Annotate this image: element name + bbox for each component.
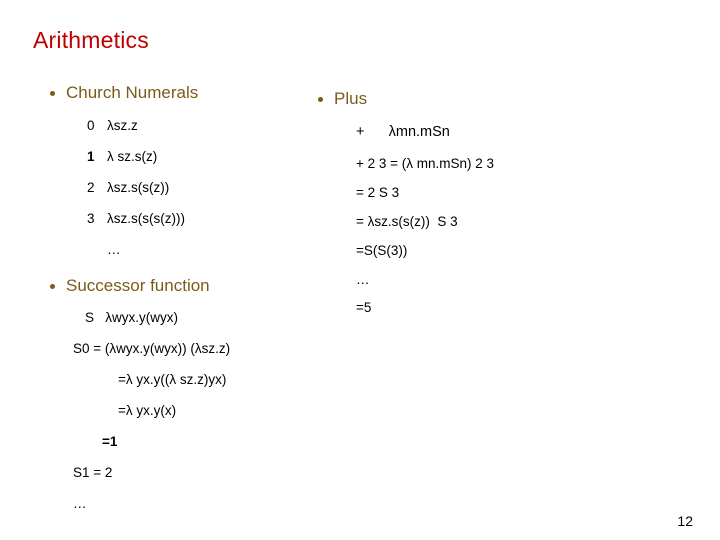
- slide-canvas: Arithmetics Church Numerals 0 λsz.z 1 λ sz…: [0, 0, 720, 540]
- derivation-line: …: [356, 272, 370, 287]
- left-column: Church Numerals 0 λsz.z 1 λ sz.s(z) 2 λsz.s…: [44, 82, 344, 527]
- bullet-heading-plus: Plus: [312, 88, 632, 110]
- derivation-line: + λmn.mSn: [356, 124, 450, 140]
- bullet-heading-successor-function: Successor function: [44, 275, 344, 297]
- bullet-dot-icon: [50, 91, 55, 96]
- numeral-index: 0: [87, 118, 95, 133]
- bullet-heading-label: Church Numerals: [66, 83, 199, 102]
- list-item: 1 λ sz.s(z): [87, 149, 344, 164]
- list-item: 3 λsz.s(s(s(z))): [87, 211, 344, 226]
- bullet-dot-icon: [50, 284, 55, 289]
- bullet-heading-church-numerals: Church Numerals: [44, 82, 344, 104]
- derivation-line: S λwyx.y(wyx): [85, 310, 178, 325]
- derivation-line: = λsz.s(s(z)) S 3: [356, 214, 458, 229]
- derivation-line: =S(S(3)): [356, 243, 408, 258]
- numeral-index: 2: [87, 180, 95, 195]
- derivation-line: =5: [356, 300, 372, 315]
- numeral-expression: λsz.z: [107, 118, 138, 133]
- bullet-heading-label: Successor function: [66, 276, 210, 295]
- plus-derivation: + λmn.mSn + 2 3 = (λ mn.mSn) 2 3 = 2 S 3…: [356, 124, 632, 316]
- derivation-line: S1 = 2: [73, 465, 113, 480]
- numeral-expression: λ sz.s(z): [107, 149, 158, 164]
- list-item: 0 λsz.z: [87, 118, 344, 133]
- numeral-expression: λsz.s(s(z)): [107, 180, 170, 195]
- numeral-expression: …: [107, 242, 121, 257]
- right-column: Plus + λmn.mSn + 2 3 = (λ mn.mSn) 2 3 = …: [312, 88, 632, 328]
- derivation-line: + 2 3 = (λ mn.mSn) 2 3: [356, 156, 495, 171]
- list-item: …: [87, 242, 344, 257]
- numeral-expression: λsz.s(s(s(z))): [107, 211, 185, 226]
- list-item: 2 λsz.s(s(z)): [87, 180, 344, 195]
- derivation-line: =λ yx.y(x): [118, 403, 177, 418]
- bullet-dot-icon: [318, 97, 323, 102]
- church-numerals-list: 0 λsz.z 1 λ sz.s(z) 2 λsz.s(s(z)) 3 λsz.s(s(…: [87, 118, 344, 257]
- derivation-line: …: [73, 496, 87, 511]
- derivation-line: S0 = (λwyx.y(wyx)) (λsz.z): [73, 341, 231, 356]
- bullet-heading-label: Plus: [334, 89, 368, 108]
- numeral-index: 1: [87, 149, 95, 164]
- page-number: 12: [677, 513, 693, 529]
- numeral-index: 3: [87, 211, 95, 226]
- derivation-line: =λ yx.y((λ sz.z)yx): [118, 372, 227, 387]
- successor-function-derivation: S λwyx.y(wyx) S0 = (λwyx.y(wyx)) (λsz.z)…: [73, 310, 344, 511]
- derivation-line: = 2 S 3: [356, 185, 400, 200]
- page-title: Arithmetics: [33, 27, 149, 53]
- derivation-line: =1: [102, 434, 118, 449]
